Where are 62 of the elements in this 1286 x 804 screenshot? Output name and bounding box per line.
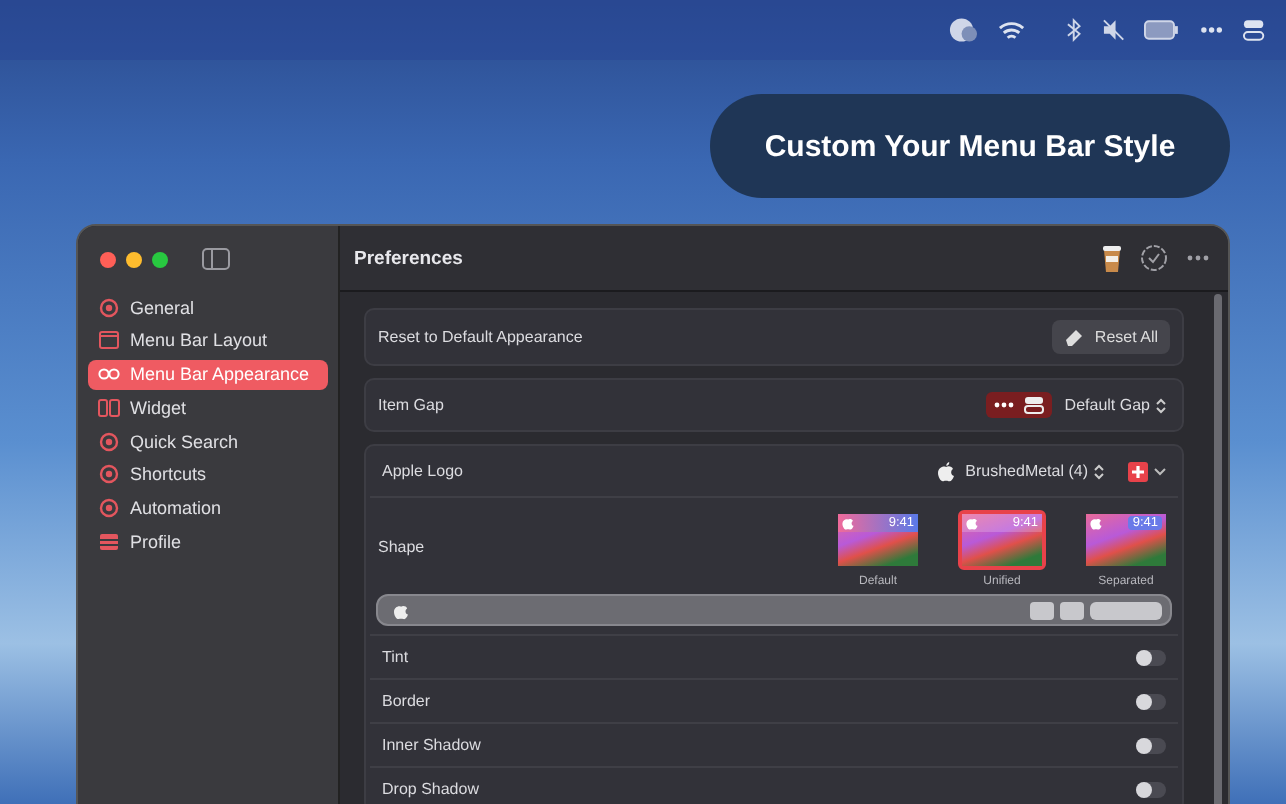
bluetooth-icon[interactable] — [1066, 18, 1082, 42]
preview-item — [1060, 601, 1084, 619]
control-center-icon — [1024, 396, 1045, 414]
toggle-switch[interactable] — [1136, 737, 1166, 753]
reset-all-button[interactable]: Reset All — [1052, 320, 1170, 354]
toggle-switch[interactable] — [1136, 649, 1166, 665]
sidebar-item[interactable]: Shortcuts — [88, 459, 328, 490]
toggle-switch[interactable] — [1136, 693, 1166, 709]
control-center-icon[interactable] — [1242, 18, 1266, 42]
sidebar-item-icon — [98, 330, 120, 351]
sidebar-item-icon — [98, 431, 120, 452]
minimize-button[interactable] — [126, 251, 142, 267]
sidebar-item-icon — [98, 498, 120, 519]
plus-icon — [1128, 461, 1148, 481]
sidebar-item-icon — [98, 464, 120, 485]
sidebar-toggle-icon[interactable] — [202, 248, 230, 270]
apple-icon — [394, 601, 408, 619]
apple-icon — [842, 516, 854, 530]
chat-bubble-icon[interactable] — [948, 16, 979, 44]
close-button[interactable] — [100, 251, 116, 267]
chevron-up-down-icon — [1094, 463, 1104, 479]
coffee-cup-icon[interactable] — [1102, 244, 1122, 272]
logo-style-dropdown[interactable]: BrushedMetal (4) — [961, 462, 1108, 480]
preview-item — [1030, 601, 1054, 619]
sidebar-item-icon — [98, 532, 120, 553]
setting-label: Inner Shadow — [382, 736, 481, 754]
setting-label: Tint — [382, 648, 409, 666]
window-title: Preferences — [354, 247, 463, 269]
setting-label: Item Gap — [378, 396, 444, 414]
sidebar-item[interactable]: General — [88, 292, 328, 322]
sidebar-item-icon — [98, 397, 120, 418]
more-icon[interactable] — [1186, 254, 1210, 262]
sidebar-item[interactable]: Automation — [88, 493, 328, 524]
setting-label: Shape — [378, 538, 425, 556]
speaker-muted-icon[interactable] — [1101, 18, 1125, 42]
sidebar-item-icon — [98, 364, 120, 385]
apple-icon — [966, 516, 978, 530]
chevron-down-icon — [1154, 467, 1166, 475]
battery-icon[interactable] — [1144, 20, 1180, 40]
eraser-icon — [1064, 328, 1085, 346]
gap-dropdown[interactable]: Default Gap — [1060, 396, 1170, 414]
toggle-switch[interactable] — [1136, 781, 1166, 797]
chevron-up-down-icon — [1156, 397, 1166, 413]
more-icon[interactable] — [1199, 26, 1223, 34]
setting-label: Border — [382, 692, 431, 710]
zoom-button[interactable] — [152, 251, 168, 267]
more-icon — [994, 402, 1015, 408]
scrollbar[interactable] — [1214, 294, 1222, 804]
wifi-icon[interactable] — [998, 19, 1027, 41]
setting-label: Drop Shadow — [382, 780, 479, 798]
preview-item — [1090, 601, 1162, 619]
sidebar-item[interactable]: Menu Bar Layout — [88, 325, 328, 356]
setting-label: Apple Logo — [382, 462, 463, 480]
setting-label: Reset to Default Appearance — [378, 328, 583, 346]
sidebar-item-icon — [98, 297, 120, 317]
verified-badge-icon[interactable] — [1140, 244, 1168, 272]
sidebar-item[interactable]: Quick Search — [88, 426, 328, 457]
apple-icon — [1090, 516, 1102, 530]
promo-banner: Custom Your Menu Bar Style — [710, 94, 1230, 198]
sidebar-item[interactable]: Profile — [88, 527, 328, 558]
apple-icon — [937, 461, 954, 481]
sidebar-item[interactable]: Widget — [88, 392, 328, 423]
